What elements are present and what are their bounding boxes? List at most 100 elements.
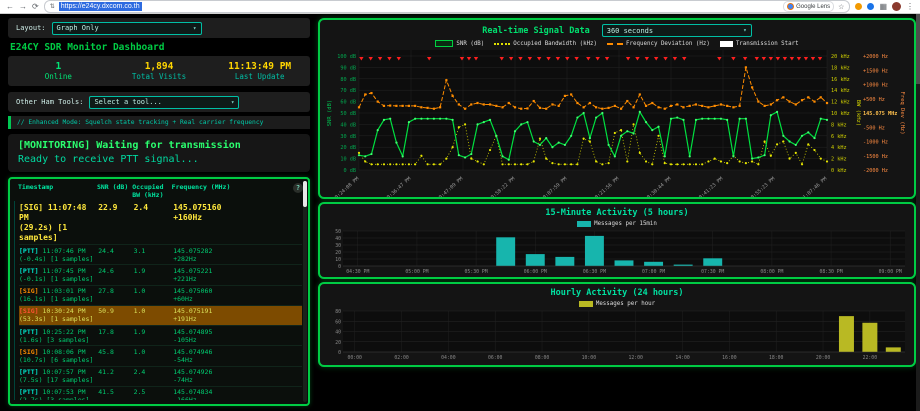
cell-offset: -166Hz [173, 396, 281, 400]
table-row[interactable]: [PTT] 10:07:53 PM(2.7s) [3 samples]41.52… [19, 387, 302, 400]
svg-text:04:00: 04:00 [441, 355, 456, 361]
svg-text:22:00: 22:00 [863, 355, 878, 361]
activity15-panel: 15-Minute Activity (5 hours) Messages pe… [318, 202, 916, 279]
svg-text:-1000 Hz: -1000 Hz [863, 140, 888, 146]
table-row[interactable]: [PTT] 11:07:45 PM(-0.1s) [1 samples]24.6… [19, 265, 302, 285]
page-scrollbar-thumb[interactable] [916, 14, 920, 84]
svg-text:00:00: 00:00 [347, 355, 362, 361]
svg-text:6 kHz: 6 kHz [831, 134, 847, 140]
svg-text:4 kHz: 4 kHz [831, 145, 847, 151]
monitoring-line2: Ready to receive PTT signal... [18, 153, 300, 167]
realtime-signal-header: Real-time Signal Data 360 seconds ▾ [320, 20, 914, 39]
table-scrollbar[interactable] [303, 181, 307, 402]
svg-text:+2000 Hz: +2000 Hz [863, 54, 888, 60]
lens-icon [787, 3, 794, 10]
table-row[interactable]: [SIG] 10:08:06 PM(10.7s) [6 samples]45.8… [19, 346, 302, 366]
svg-text:20: 20 [335, 340, 341, 346]
cell-offset: +160Hz [173, 213, 281, 223]
olive-bar-swatch [579, 301, 593, 307]
table-row[interactable]: [PTT] 11:07:46 PM(-0.4s) [1 samples]24.4… [19, 245, 302, 265]
legend-item[interactable]: Transmission Start [720, 41, 799, 47]
svg-text:80 dB: 80 dB [340, 77, 356, 83]
time-range-select[interactable]: 360 seconds ▾ [602, 24, 752, 37]
cell-bw: 1.9 [134, 267, 174, 283]
signal-tag: [PTT] [19, 368, 39, 376]
svg-text:05:00 PM: 05:00 PM [405, 269, 428, 275]
svg-text:100 dB: 100 dB [337, 54, 356, 60]
legend-item[interactable]: Messages per hour [579, 301, 655, 307]
signal-tag: [PTT] [19, 267, 39, 275]
cell-snr: 24.4 [98, 247, 133, 263]
realtime-signal-panel: Real-time Signal Data 360 seconds ▾ SNR … [318, 18, 916, 199]
star-icon[interactable]: ☆ [838, 3, 844, 11]
cell-offset: +191Hz [173, 315, 281, 323]
svg-text:02:00: 02:00 [394, 355, 409, 361]
svg-text:12:00: 12:00 [628, 355, 643, 361]
back-icon[interactable]: ← [6, 0, 14, 14]
header-timestamp: Timestamp [18, 183, 97, 199]
cell-duration: (7.5s) [17 samples] [19, 376, 98, 384]
extension-icon-blue[interactable] [867, 3, 874, 10]
tools-bar: Other Ham Tools: Select a tool... ▾ [8, 92, 310, 112]
table-row[interactable]: [SIG] 10:30:24 PM(53.3s) [1 samples]50.9… [19, 306, 302, 326]
profile-avatar[interactable] [892, 2, 901, 11]
svg-text:16 kHz: 16 kHz [831, 77, 850, 83]
svg-text:10: 10 [335, 257, 341, 263]
tune-icon: ⇅ [50, 3, 55, 10]
cell-frequency: 145.075282+282Hz [173, 247, 281, 263]
address-bar[interactable]: ⇅ https://e24cy.dxcom.co.th Google Lens … [44, 0, 851, 13]
cell-offset: +60Hz [173, 295, 281, 303]
legend-item[interactable]: Occupied Bandwidth (kHz) [494, 41, 597, 47]
table-scrollbar-thumb[interactable] [303, 181, 307, 207]
svg-text:10:41:23 PM: 10:41:23 PM [696, 176, 725, 199]
monitoring-status-panel: [MONITORING] Waiting for transmission Re… [8, 134, 310, 172]
svg-text:2 kHz: 2 kHz [831, 157, 847, 163]
cell-timestamp: [PTT] 10:25:22 PM(1.6s) [3 samples] [19, 328, 98, 344]
signal-tag: [PTT] [19, 388, 39, 396]
svg-text:07:00 PM: 07:00 PM [642, 269, 665, 275]
legend-item[interactable]: Messages per 15min [577, 221, 657, 227]
cell-frequency: 145.074834-166Hz [173, 388, 281, 400]
monitoring-line1: [MONITORING] Waiting for transmission [18, 139, 300, 153]
signal-legend: SNR (dB) Occupied Bandwidth (kHz) Frequenc… [320, 39, 914, 48]
extensions-puzzle-icon[interactable]: ▦ [879, 0, 887, 14]
svg-text:9:24:08 PM: 9:24:08 PM [334, 176, 360, 199]
table-row[interactable]: [SIG] 11:03:01 PM(16.1s) [1 samples]27.8… [19, 286, 302, 306]
page-scrollbar[interactable] [916, 14, 920, 411]
svg-text:18 kHz: 18 kHz [831, 65, 850, 71]
google-lens-button[interactable]: Google Lens [783, 1, 834, 12]
help-icon[interactable]: ? [293, 183, 303, 193]
chevron-down-icon: ▾ [743, 27, 747, 34]
cell-snr: 27.8 [98, 287, 133, 303]
reload-icon[interactable]: ⟳ [32, 0, 39, 14]
table-row[interactable]: [PTT] 10:25:22 PM(1.6s) [3 samples]17.81… [19, 326, 302, 346]
online-label: Online [8, 72, 109, 81]
svg-text:10 kHz: 10 kHz [831, 111, 850, 117]
activity15-header: 15-Minute Activity (5 hours) [320, 204, 914, 219]
cell-timestamp: [SIG] 11:03:01 PM(16.1s) [1 samples] [19, 287, 98, 303]
cell-timestamp: [SIG] 10:08:06 PM(10.7s) [6 samples] [19, 348, 98, 364]
cell-frequency: 145.074946-54Hz [173, 348, 281, 364]
teal-bar-swatch [577, 221, 591, 227]
forward-icon[interactable]: → [19, 0, 27, 14]
legend-item[interactable]: Frequency Deviation (Hz) [607, 41, 710, 47]
layout-select[interactable]: Graph Only ▾ [52, 22, 202, 35]
activity15-title: 15-Minute Activity (5 hours) [545, 208, 688, 218]
menu-dots-icon[interactable]: ⋮ [906, 0, 914, 14]
url-text[interactable]: https://e24cy.dxcom.co.th [59, 2, 142, 11]
svg-text:0: 0 [338, 350, 341, 356]
extension-icon-orange[interactable] [855, 3, 862, 10]
legend-label: SNR (dB) [456, 41, 484, 47]
cell-bw: 1.9 [134, 328, 174, 344]
cell-frequency: 145.075191+191Hz [173, 307, 281, 323]
cell-frequency: 145.075221+221Hz [173, 267, 281, 283]
activity15-legend: Messages per 15min [320, 219, 914, 228]
tools-label: Other Ham Tools: [16, 98, 83, 106]
table-row[interactable]: [PTT] 10:07:57 PM(7.5s) [17 samples]41.2… [19, 367, 302, 387]
signal-table-header: Timestamp SNR (dB) Occupied BW (kHz) Fre… [10, 179, 308, 201]
table-row[interactable]: [SIG] 11:07:48 PM(29.2s) [1 samples]22.9… [19, 201, 302, 245]
legend-item[interactable]: SNR (dB) [435, 40, 484, 47]
tools-select[interactable]: Select a tool... ▾ [89, 96, 239, 109]
svg-text:20 dB: 20 dB [340, 145, 356, 151]
signal-tag: [SIG] [19, 348, 39, 356]
